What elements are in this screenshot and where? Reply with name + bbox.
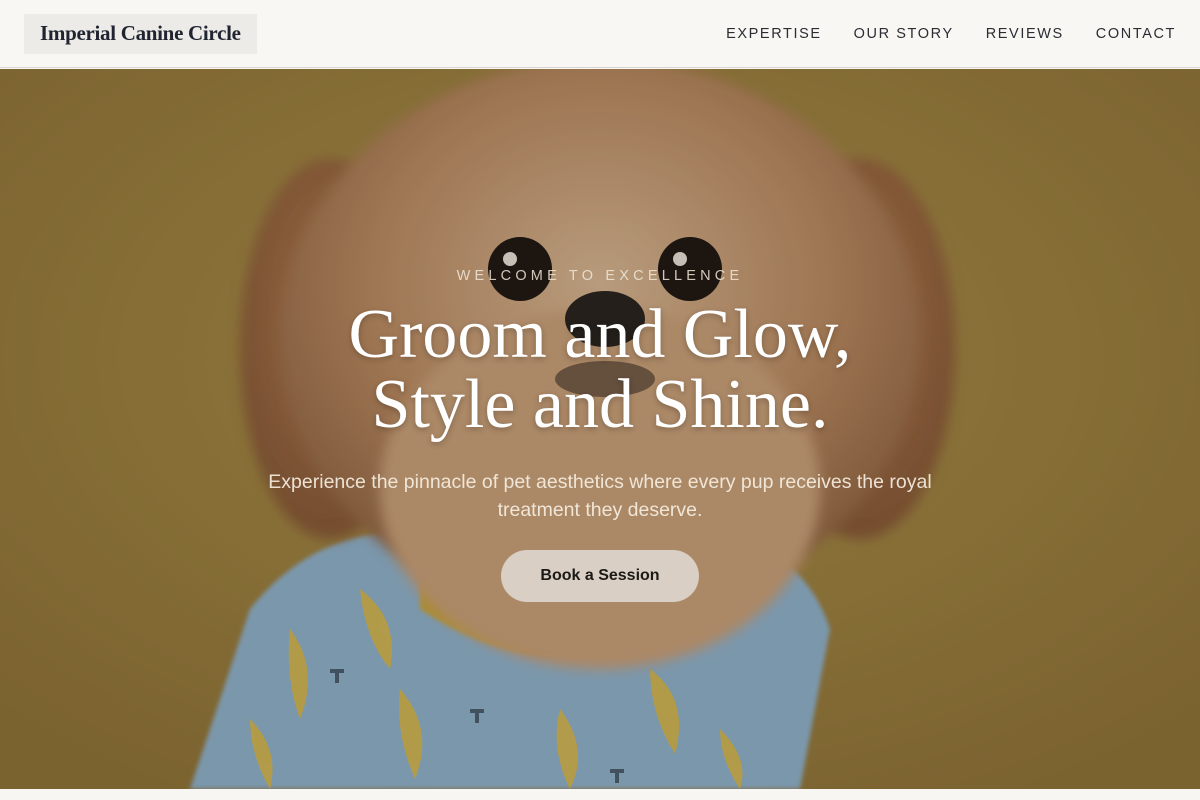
hero-headline-line-2: Style and Shine. — [371, 366, 829, 443]
hero-eyebrow: WELCOME TO EXCELLENCE — [456, 268, 744, 284]
nav-link-contact[interactable]: CONTACT — [1096, 26, 1176, 42]
main-nav: EXPERTISE OUR STORY REVIEWS CONTACT — [726, 26, 1176, 42]
nav-link-our-story[interactable]: OUR STORY — [854, 26, 954, 42]
hero-subhead: Experience the pinnacle of pet aesthetic… — [268, 471, 932, 521]
hero-headline-line-1: Groom and Glow, — [348, 296, 852, 373]
page-bottom-strip — [0, 789, 1200, 800]
brand-logo[interactable]: Imperial Canine Circle — [24, 13, 257, 54]
site-header: Imperial Canine Circle EXPERTISE OUR STO… — [0, 0, 1200, 68]
hero-content: WELCOME TO EXCELLENCE Groom and Glow, St… — [0, 69, 1200, 789]
nav-link-reviews[interactable]: REVIEWS — [986, 26, 1064, 42]
hero-section: WELCOME TO EXCELLENCE Groom and Glow, St… — [0, 69, 1200, 789]
hero-headline: Groom and Glow, Style and Shine. — [349, 300, 852, 440]
nav-link-expertise[interactable]: EXPERTISE — [726, 26, 822, 42]
book-session-button[interactable]: Book a Session — [501, 550, 699, 602]
